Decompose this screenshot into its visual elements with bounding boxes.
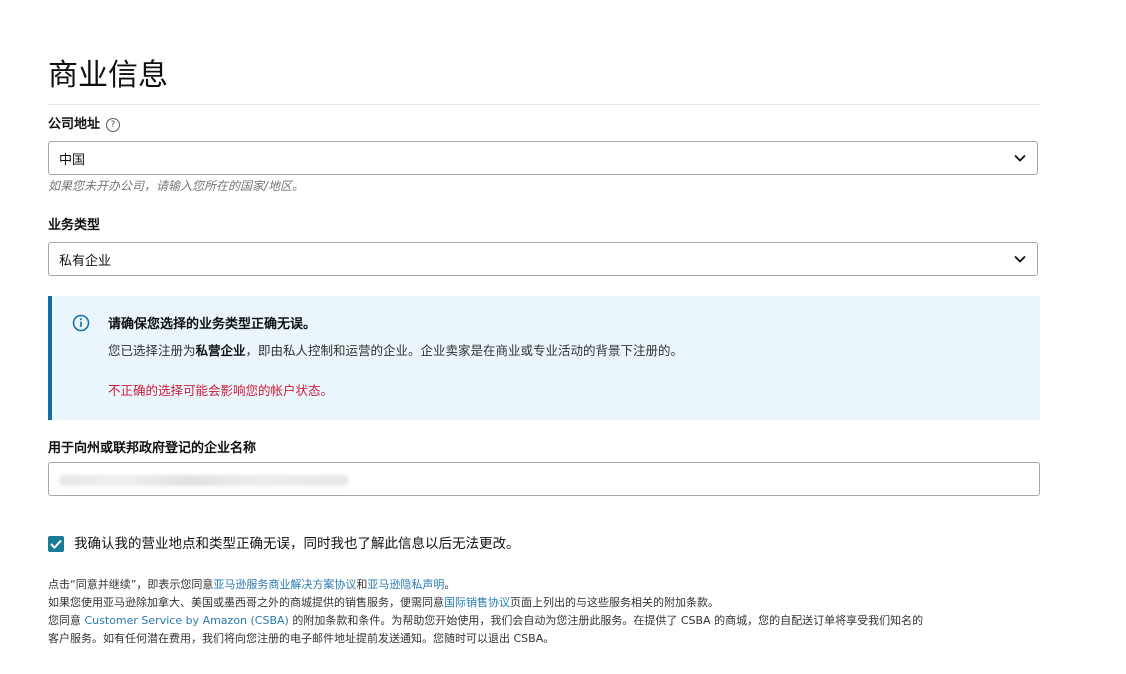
redacted-value (59, 475, 349, 486)
business-name-label-text: 用于向州或联邦政府登记的企业名称 (48, 441, 257, 456)
info-icon (72, 314, 90, 332)
legal-text: 点击“同意并继续”，即表示您同意亚马逊服务商业解决方案协议和亚马逊隐私声明。 如… (48, 576, 1048, 648)
company-location-select[interactable]: 中国 (48, 141, 1038, 175)
business-solutions-agreement-link[interactable]: 亚马逊服务商业解决方案协议 (213, 578, 356, 591)
legal-line-4: 客户服务。如有任何潜在费用，我们将向您注册的电子邮件地址提前发送通知。您随时可以… (48, 632, 555, 645)
info-body-strong: 私营企业 (195, 343, 246, 358)
business-type-label-text: 业务类型 (48, 218, 101, 233)
confirm-checkbox[interactable] (48, 536, 64, 552)
confirm-checkbox-row[interactable]: 我确认我的营业地点和类型正确无误，同时我也了解此信息以后无法更改。 (48, 535, 520, 553)
privacy-notice-link[interactable]: 亚马逊隐私声明 (367, 578, 444, 591)
legal-line-1-suffix: 。 (444, 578, 456, 591)
company-location-label-text: 公司地址 (48, 117, 101, 132)
info-title: 请确保您选择的业务类型正确无误。 (108, 317, 317, 332)
legal-line-1: 点击“同意并继续”，即表示您同意亚马逊服务商业解决方案协议和亚马逊隐私声明。 (48, 576, 1048, 594)
legal-line-1-prefix: 点击“同意并继续”，即表示您同意 (48, 578, 214, 591)
chevron-down-icon (1013, 151, 1027, 165)
info-warning: 不正确的选择可能会影响您的帐户状态。 (108, 383, 334, 398)
confirm-text: 我确认我的营业地点和类型正确无误，同时我也了解此信息以后无法更改。 (74, 536, 520, 552)
info-body-suffix: ，即由私人控制和运营的企业。企业卖家是在商业或专业活动的背景下注册的。 (245, 343, 684, 358)
company-location-value: 中国 (59, 152, 86, 168)
business-type-value: 私有企业 (59, 253, 112, 269)
company-location-hint: 如果您未开办公司，请输入您所在的国家/地区。 (48, 179, 305, 193)
chevron-down-icon (1013, 252, 1027, 266)
business-type-label: 业务类型 (48, 217, 100, 235)
business-type-info-alert: 请确保您选择的业务类型正确无误。 您已选择注册为私营企业，即由私人控制和运营的企… (48, 296, 1040, 420)
title-divider (48, 104, 1040, 105)
legal-line-3-suffix: 的附加条款和条件。为帮助您开始使用，我们会自动为您注册此服务。在提供了 CSBA… (288, 614, 924, 627)
help-icon[interactable]: ? (106, 118, 121, 132)
business-type-select[interactable]: 私有企业 (48, 242, 1038, 276)
csba-link[interactable]: Customer Service by Amazon (CSBA) (85, 614, 289, 627)
legal-line-3: 您同意 Customer Service by Amazon (CSBA) 的附… (48, 612, 1048, 630)
international-selling-agreement-link[interactable]: 国际销售协议 (444, 596, 510, 609)
business-name-input[interactable] (48, 462, 1040, 496)
info-body: 您已选择注册为私营企业，即由私人控制和运营的企业。企业卖家是在商业或专业活动的背… (108, 342, 683, 360)
business-name-label: 用于向州或联邦政府登记的企业名称 (48, 440, 256, 458)
checkmark-icon (50, 539, 62, 549)
company-location-label: 公司地址 ? (48, 116, 121, 134)
legal-line-2: 如果您使用亚马逊除加拿大、美国或墨西哥之外的商城提供的销售服务，便需同意国际销售… (48, 594, 1048, 612)
legal-line-2-suffix: 页面上列出的与这些服务相关的附加条款。 (510, 596, 719, 609)
legal-line-3-prefix: 您同意 (48, 614, 85, 627)
info-body-prefix: 您已选择注册为 (108, 343, 196, 358)
page-title: 商业信息 (48, 58, 168, 93)
legal-line-1-mid: 和 (356, 578, 368, 591)
legal-line-2-prefix: 如果您使用亚马逊除加拿大、美国或墨西哥之外的商城提供的销售服务，便需同意 (48, 596, 444, 609)
